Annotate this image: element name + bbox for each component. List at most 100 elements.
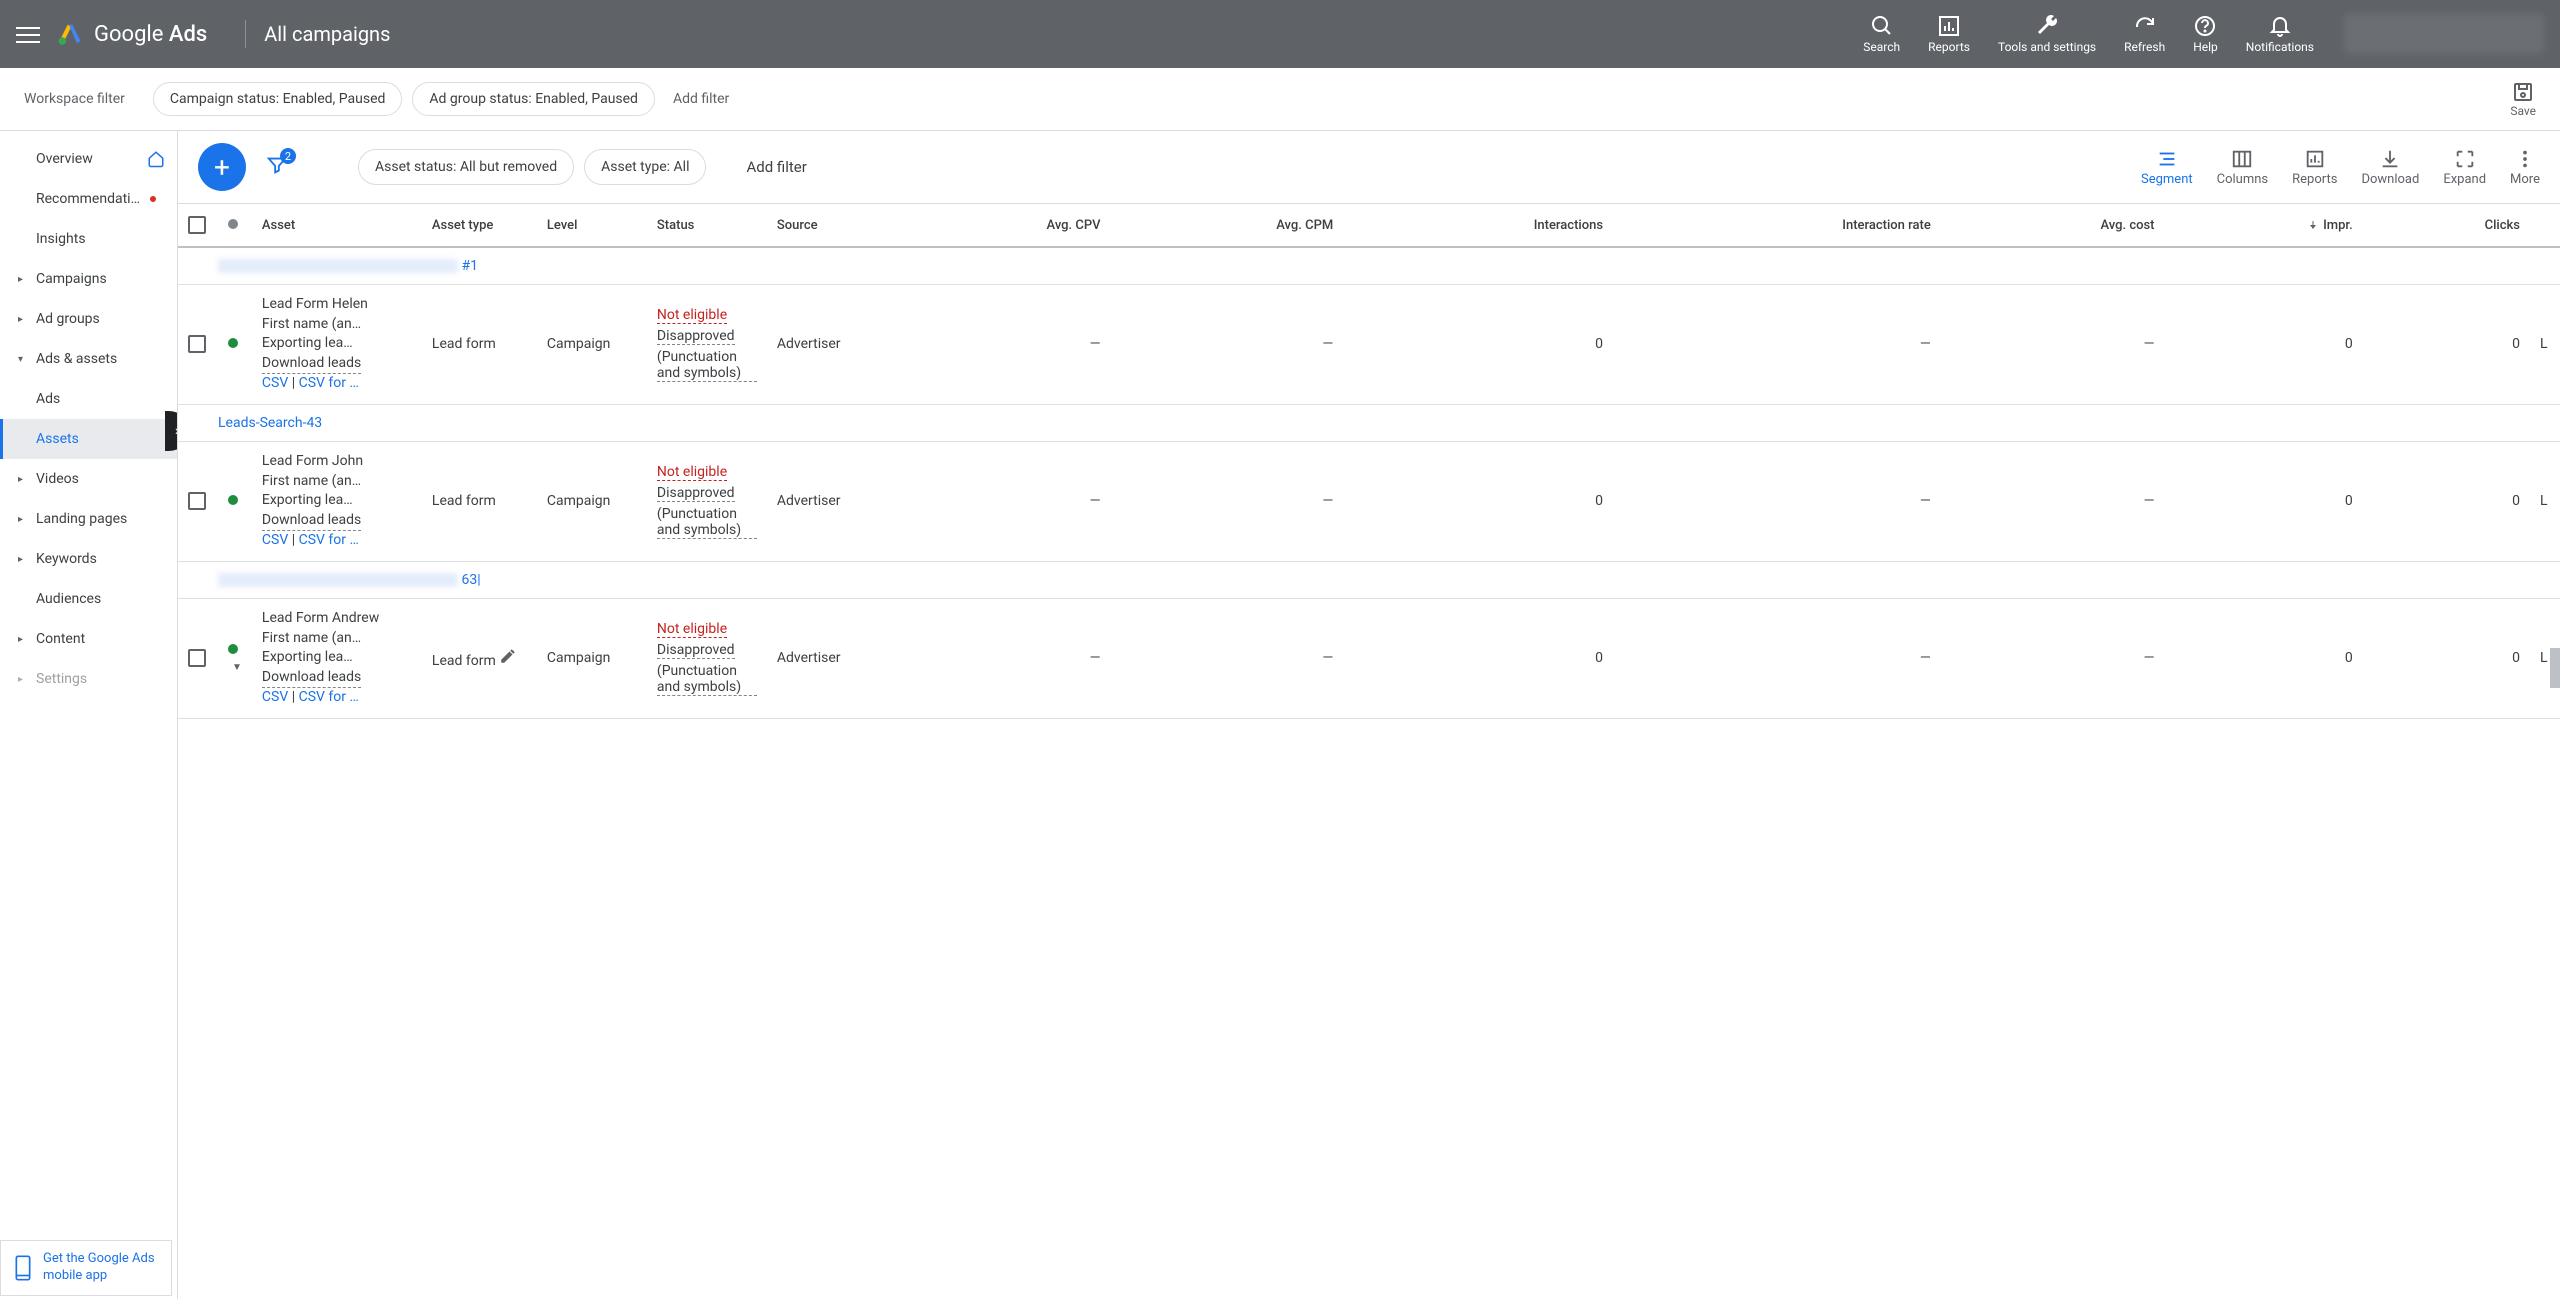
- nav-insights[interactable]: Insights: [0, 219, 177, 259]
- nav-landing[interactable]: ▸Landing pages: [0, 499, 177, 539]
- main-content: + 2 Asset status: All but removed Asset …: [178, 131, 2560, 1299]
- select-all-checkbox[interactable]: [188, 216, 206, 234]
- download-leads-link[interactable]: Download leads: [262, 511, 361, 532]
- add-filter-link[interactable]: Add filter: [673, 91, 729, 107]
- segment-button[interactable]: Segment: [2141, 148, 2193, 187]
- csv-link[interactable]: CSV: [262, 532, 288, 548]
- col-level[interactable]: Level: [537, 204, 647, 247]
- row-checkbox[interactable]: [188, 649, 206, 667]
- nav-ads[interactable]: Ads: [0, 379, 177, 419]
- nav-settings[interactable]: ▸Settings: [0, 659, 177, 699]
- toolbar-add-filter[interactable]: Add filter: [746, 158, 806, 176]
- save-button[interactable]: Save: [2510, 80, 2536, 118]
- col-avg-cpv[interactable]: Avg. CPV: [887, 204, 1111, 247]
- level-cell: Campaign: [537, 285, 647, 405]
- clicks-cell: 0: [2363, 285, 2530, 405]
- asset-type-chip[interactable]: Asset type: All: [584, 149, 706, 185]
- nav-keywords[interactable]: ▸Keywords: [0, 539, 177, 579]
- alert-dot: [150, 196, 156, 202]
- columns-button[interactable]: Columns: [2217, 148, 2269, 187]
- status-enabled-dot[interactable]: [228, 644, 238, 654]
- nav-adgroups[interactable]: ▸Ad groups: [0, 299, 177, 339]
- reports-button[interactable]: Reports: [1928, 14, 1970, 54]
- tools-settings-button[interactable]: Tools and settings: [1998, 14, 2096, 54]
- horizontal-scroll-hint[interactable]: [2550, 648, 2560, 688]
- reports-action-button[interactable]: Reports: [2292, 148, 2337, 187]
- product-text: Ads: [169, 22, 207, 47]
- col-clicks[interactable]: Clicks: [2363, 204, 2530, 247]
- col-interaction-rate[interactable]: Interaction rate: [1613, 204, 1941, 247]
- expand-button[interactable]: Expand: [2443, 148, 2486, 187]
- csv-for-link[interactable]: CSV for …: [299, 375, 359, 391]
- download-leads-link[interactable]: Download leads: [262, 354, 361, 375]
- assets-table-wrap[interactable]: Asset Asset type Level Status Source Avg…: [178, 204, 2560, 1299]
- nav-ads-assets[interactable]: ▾Ads & assets: [0, 339, 177, 379]
- report-icon: [2304, 148, 2326, 170]
- help-button[interactable]: Help: [2193, 14, 2218, 54]
- csv-for-link[interactable]: CSV for …: [299, 689, 359, 705]
- col-asset[interactable]: Asset: [252, 204, 422, 247]
- row-checkbox[interactable]: [188, 335, 206, 353]
- app-header: Google Ads All campaigns Search Reports …: [0, 0, 2560, 68]
- nav-videos[interactable]: ▸Videos: [0, 459, 177, 499]
- col-interactions[interactable]: Interactions: [1343, 204, 1613, 247]
- csv-link[interactable]: CSV: [262, 375, 288, 391]
- col-avg-cost[interactable]: Avg. cost: [1941, 204, 2165, 247]
- interactions-cell: 0: [1343, 285, 1613, 405]
- mobile-app-promo[interactable]: Get the Google Ads mobile app: [0, 1240, 172, 1296]
- nav-audiences[interactable]: Audiences: [0, 579, 177, 619]
- google-ads-logo[interactable]: Google Ads: [56, 20, 207, 48]
- disapproved-label: Disapproved: [657, 328, 735, 345]
- col-impr[interactable]: Impr.: [2165, 204, 2363, 247]
- campaign-link[interactable]: Leads-Search-43: [218, 415, 322, 431]
- asset-status-chip[interactable]: Asset status: All but removed: [358, 149, 574, 185]
- filter-button[interactable]: 2: [266, 154, 288, 180]
- asset-exporting: Exporting lea…: [262, 648, 412, 668]
- sort-down-icon: [2307, 219, 2319, 231]
- refresh-button[interactable]: Refresh: [2124, 14, 2165, 54]
- level-cell: Campaign: [537, 441, 647, 561]
- status-dropdown-caret[interactable]: ▼: [232, 662, 242, 673]
- hamburger-icon[interactable]: [16, 22, 40, 46]
- sidebar-expand-toggle[interactable]: ›: [165, 411, 178, 451]
- status-enabled-dot[interactable]: [228, 495, 238, 505]
- adgroup-status-chip[interactable]: Ad group status: Enabled, Paused: [412, 82, 655, 116]
- campaign-link[interactable]: #1: [461, 258, 478, 274]
- bell-icon: [2268, 14, 2292, 38]
- col-source[interactable]: Source: [767, 204, 887, 247]
- col-avg-cpm[interactable]: Avg. CPM: [1111, 204, 1344, 247]
- nav-content[interactable]: ▸Content: [0, 619, 177, 659]
- add-asset-fab[interactable]: +: [198, 143, 246, 191]
- brand-text: Google: [94, 22, 163, 47]
- nav-campaigns[interactable]: ▸Campaigns: [0, 259, 177, 299]
- asset-type-cell: Lead form: [422, 441, 537, 561]
- status-enabled-dot[interactable]: [228, 338, 238, 348]
- search-button[interactable]: Search: [1863, 14, 1900, 54]
- status-cell: Not eligibleDisapproved(Punctuation and …: [647, 285, 767, 405]
- edit-icon[interactable]: [499, 647, 517, 665]
- row-checkbox[interactable]: [188, 492, 206, 510]
- filter-label: Workspace filter: [24, 91, 125, 107]
- csv-for-link[interactable]: CSV for …: [299, 532, 359, 548]
- nav-overview[interactable]: Overview: [0, 139, 177, 179]
- disapproval-reason: (Punctuation and symbols): [657, 349, 757, 382]
- nav-recommendations[interactable]: Recommendations: [0, 179, 177, 219]
- download-button[interactable]: Download: [2361, 148, 2419, 187]
- download-leads-link[interactable]: Download leads: [262, 668, 361, 689]
- campaign-link[interactable]: 63|: [461, 572, 480, 588]
- account-info[interactable]: [2344, 14, 2544, 54]
- more-button[interactable]: More: [2510, 148, 2540, 187]
- overflow-cell: L: [2530, 285, 2560, 405]
- col-status[interactable]: Status: [647, 204, 767, 247]
- campaign-status-chip[interactable]: Campaign status: Enabled, Paused: [153, 82, 403, 116]
- mobile-promo-link[interactable]: Get the Google Ads mobile app: [43, 1251, 159, 1285]
- nav-assets[interactable]: Assets: [0, 419, 177, 459]
- notifications-button[interactable]: Notifications: [2246, 14, 2314, 54]
- col-asset-type[interactable]: Asset type: [422, 204, 537, 247]
- caret-icon: ▸: [18, 634, 23, 645]
- home-icon: [147, 150, 165, 168]
- asset-title: Lead Form John: [262, 452, 412, 472]
- csv-link[interactable]: CSV: [262, 689, 288, 705]
- interaction-rate-cell: —: [1613, 285, 1941, 405]
- avg-cost-cell: —: [1941, 285, 2165, 405]
